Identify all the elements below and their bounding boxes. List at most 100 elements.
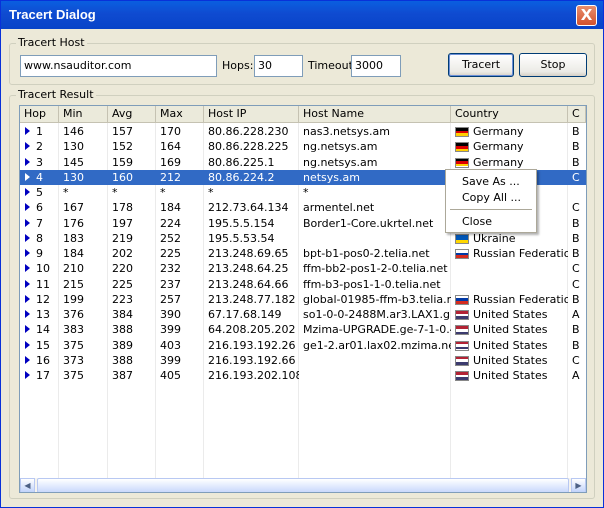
cell-avg: 388 xyxy=(112,323,133,337)
cell-max: * xyxy=(160,186,166,199)
hop-number: 4 xyxy=(36,170,43,184)
flag-icon xyxy=(455,127,469,137)
table-row[interactable]: 17 375 387 405 216.193.202.108 United States A xyxy=(20,368,586,383)
table-row[interactable]: 1 146 157 170 80.86.228.230 nas3.netsys.am Ger… xyxy=(20,124,586,139)
cell-avg: 225 xyxy=(112,277,133,291)
window-title: Tracert Dialog xyxy=(9,7,96,22)
close-button[interactable]: X xyxy=(576,5,597,26)
country-name: United States xyxy=(473,323,548,337)
menu-item-close[interactable]: Close xyxy=(448,214,534,230)
cell-c: C xyxy=(572,353,580,367)
country-name: Ukraine xyxy=(473,231,516,245)
cell-max: 212 xyxy=(160,170,181,184)
hop-number: 13 xyxy=(36,308,50,321)
cell-min: 199 xyxy=(63,292,84,306)
table-row[interactable]: 2 130 152 164 80.86.228.225 ng.netsys.am Germa… xyxy=(20,139,586,154)
cell-country: United States xyxy=(451,322,568,337)
column-header-c[interactable]: C xyxy=(568,106,586,123)
row-arrow-icon xyxy=(25,325,30,334)
hop-number: 5 xyxy=(36,186,43,199)
host-input[interactable]: www.nsauditor.com xyxy=(20,55,217,77)
cell-min: 215 xyxy=(63,277,84,291)
row-arrow-icon xyxy=(25,157,30,166)
scrollbar-thumb[interactable] xyxy=(37,478,569,492)
flag-icon xyxy=(455,157,469,168)
cell-max: 184 xyxy=(160,201,181,215)
table-row[interactable]: 8 183 219 252 195.5.53.54 Ukraine B xyxy=(20,231,586,246)
column-header-max[interactable]: Max xyxy=(156,106,204,123)
cell-country: United States xyxy=(451,353,568,368)
stop-button[interactable]: Stop xyxy=(519,53,587,77)
cell-host-name: * xyxy=(303,186,309,199)
cell-country: Germany xyxy=(451,155,568,170)
cell-host-ip: 213.248.69.65 xyxy=(208,247,289,260)
cell-max: 403 xyxy=(160,338,181,352)
tracert-button[interactable]: Tracert xyxy=(448,53,514,77)
cell-c: B xyxy=(572,292,580,306)
column-header-min[interactable]: Min xyxy=(59,106,108,123)
cell-max: 399 xyxy=(160,353,181,367)
table-row[interactable]: 9 184 202 225 213.248.69.65 bpt-b1-pos0-2.tel… xyxy=(20,246,586,261)
timeout-input[interactable]: 3000 xyxy=(351,55,401,77)
cell-host-name: armentel.net xyxy=(303,201,375,215)
cell-min: 183 xyxy=(63,231,84,245)
horizontal-scrollbar[interactable]: ◀ ▶ xyxy=(20,478,586,492)
tracert-dialog-window: Tracert Dialog X Tracert Host www.nsaudi… xyxy=(0,0,604,508)
table-row[interactable]: 13 376 384 390 67.17.68.149 so1-0-0-2488M.ar3… xyxy=(20,307,586,322)
cell-country: Ukraine xyxy=(451,231,568,246)
flag-icon xyxy=(455,142,469,153)
menu-item-copy-all[interactable]: Copy All ... xyxy=(448,190,534,206)
column-header-country[interactable]: Country xyxy=(451,106,568,123)
row-arrow-icon xyxy=(25,233,30,242)
cell-host-ip: 80.86.225.1 xyxy=(208,155,275,169)
cell-c: C xyxy=(572,262,580,276)
cell-min: 146 xyxy=(63,125,84,138)
table-row[interactable]: 12 199 223 257 213.248.77.182 global-01985-ff… xyxy=(20,292,586,307)
table-row[interactable]: 11 215 225 237 213.248.64.66 ffm-b3-pos1-1-0.… xyxy=(20,277,586,292)
result-list[interactable]: Hop Min Avg Max Host IP Host Name Countr… xyxy=(19,105,587,493)
row-arrow-icon xyxy=(25,249,30,257)
cell-min: 373 xyxy=(63,353,84,367)
cell-host-name: global-01985-ffm-b3.telia.net xyxy=(303,292,451,306)
cell-country: Russian Federation xyxy=(451,246,568,261)
column-header-hop[interactable]: Hop xyxy=(20,106,59,123)
column-header-avg[interactable]: Avg xyxy=(108,106,156,123)
cell-country: United States xyxy=(451,338,568,353)
cell-min: 376 xyxy=(63,308,84,321)
title-bar[interactable]: Tracert Dialog X xyxy=(1,1,603,29)
column-header-host-name[interactable]: Host Name xyxy=(299,106,451,123)
cell-host-ip: 216.193.192.66 xyxy=(208,353,296,367)
cell-c: A xyxy=(572,369,580,382)
table-row[interactable]: 15 375 389 403 216.193.192.26 ge1-2.ar01.lax0… xyxy=(20,338,586,353)
cell-avg: 223 xyxy=(112,292,133,306)
cell-host-ip: 195.5.53.54 xyxy=(208,231,275,245)
cell-c: B xyxy=(572,216,580,230)
cell-host-name xyxy=(299,368,451,383)
flag-icon xyxy=(455,294,469,305)
table-row[interactable]: 3 145 159 169 80.86.225.1 ng.netsys.am Germany… xyxy=(20,155,586,170)
table-row[interactable]: 16 373 388 399 216.193.192.66 United States C xyxy=(20,353,586,368)
table-row[interactable]: 14 383 388 399 64.208.205.202 Mzima-UPGRADE.g… xyxy=(20,322,586,337)
hop-number: 7 xyxy=(36,216,43,230)
cell-max: 169 xyxy=(160,155,181,169)
menu-item-save-as[interactable]: Save As ... xyxy=(448,174,534,190)
scroll-left-icon[interactable]: ◀ xyxy=(20,478,35,492)
cell-c: C xyxy=(572,170,580,184)
cell-host-ip: 80.86.228.230 xyxy=(208,125,289,138)
scroll-right-icon[interactable]: ▶ xyxy=(571,478,586,492)
cell-avg: 384 xyxy=(112,308,133,321)
cell-country: Germany xyxy=(451,124,568,139)
cell-c xyxy=(568,185,586,200)
cell-hop: 12 xyxy=(20,292,59,307)
cell-hop: 9 xyxy=(20,246,59,261)
hops-input[interactable]: 30 xyxy=(254,55,303,77)
cell-host-name xyxy=(299,231,451,246)
cell-host-ip: 64.208.205.202 xyxy=(208,323,296,337)
cell-hop: 7 xyxy=(20,216,59,231)
tracert-host-label: Tracert Host xyxy=(16,36,87,49)
cell-min: 375 xyxy=(63,338,84,352)
hop-number: 8 xyxy=(36,231,43,245)
column-header-host-ip[interactable]: Host IP xyxy=(204,106,299,123)
table-row[interactable]: 10 210 220 232 213.248.64.25 ffm-bb2-pos1-2-0… xyxy=(20,261,586,276)
cell-avg: 159 xyxy=(112,155,133,169)
